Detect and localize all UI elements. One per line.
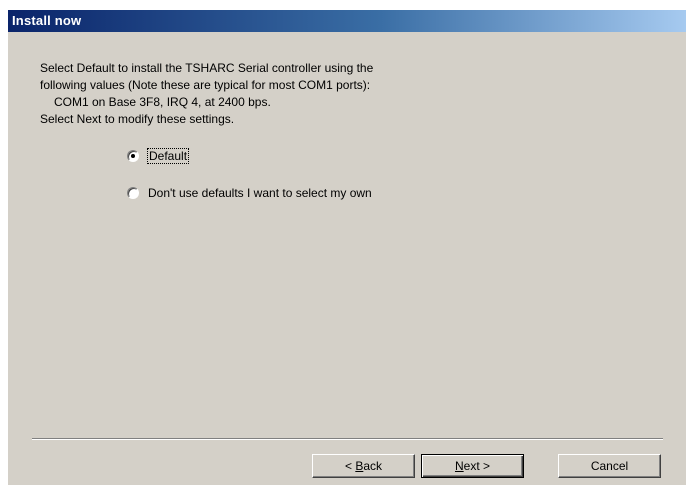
- dialog-title-bar: Install now: [8, 10, 686, 32]
- button-area-divider: [32, 438, 663, 440]
- instruction-line: Select Default to install the TSHARC Ser…: [40, 61, 374, 75]
- dialog-title: Install now: [12, 13, 82, 28]
- default-option[interactable]: Default: [127, 148, 190, 164]
- radio-selected-dot-icon: [131, 154, 135, 158]
- install-dialog: Install now Select Default to install th…: [7, 9, 686, 485]
- next-button[interactable]: Next >: [421, 454, 524, 478]
- default-option-label[interactable]: Default: [146, 148, 190, 164]
- custom-settings-option[interactable]: Don't use defaults I want to select my o…: [127, 186, 372, 200]
- back-button-label: ack: [363, 458, 383, 473]
- back-button-prefix: <: [344, 458, 356, 473]
- next-button-mnemonic: N: [454, 458, 464, 473]
- instructions-text: Select Default to install the TSHARC Ser…: [40, 60, 373, 128]
- custom-settings-option-label[interactable]: Don't use defaults I want to select my o…: [148, 186, 372, 200]
- next-button-label: ext >: [463, 458, 491, 473]
- custom-settings-radio-button[interactable]: [127, 187, 139, 199]
- back-button[interactable]: < Back: [312, 454, 415, 478]
- port-settings-line: COM1 on Base 3F8, IRQ 4, at 2400 bps.: [54, 95, 271, 109]
- instruction-line: Select Next to modify these settings.: [40, 112, 235, 126]
- cancel-button[interactable]: Cancel: [558, 454, 661, 478]
- default-radio-button[interactable]: [127, 150, 139, 162]
- instruction-line: following values (Note these are typical…: [40, 78, 371, 92]
